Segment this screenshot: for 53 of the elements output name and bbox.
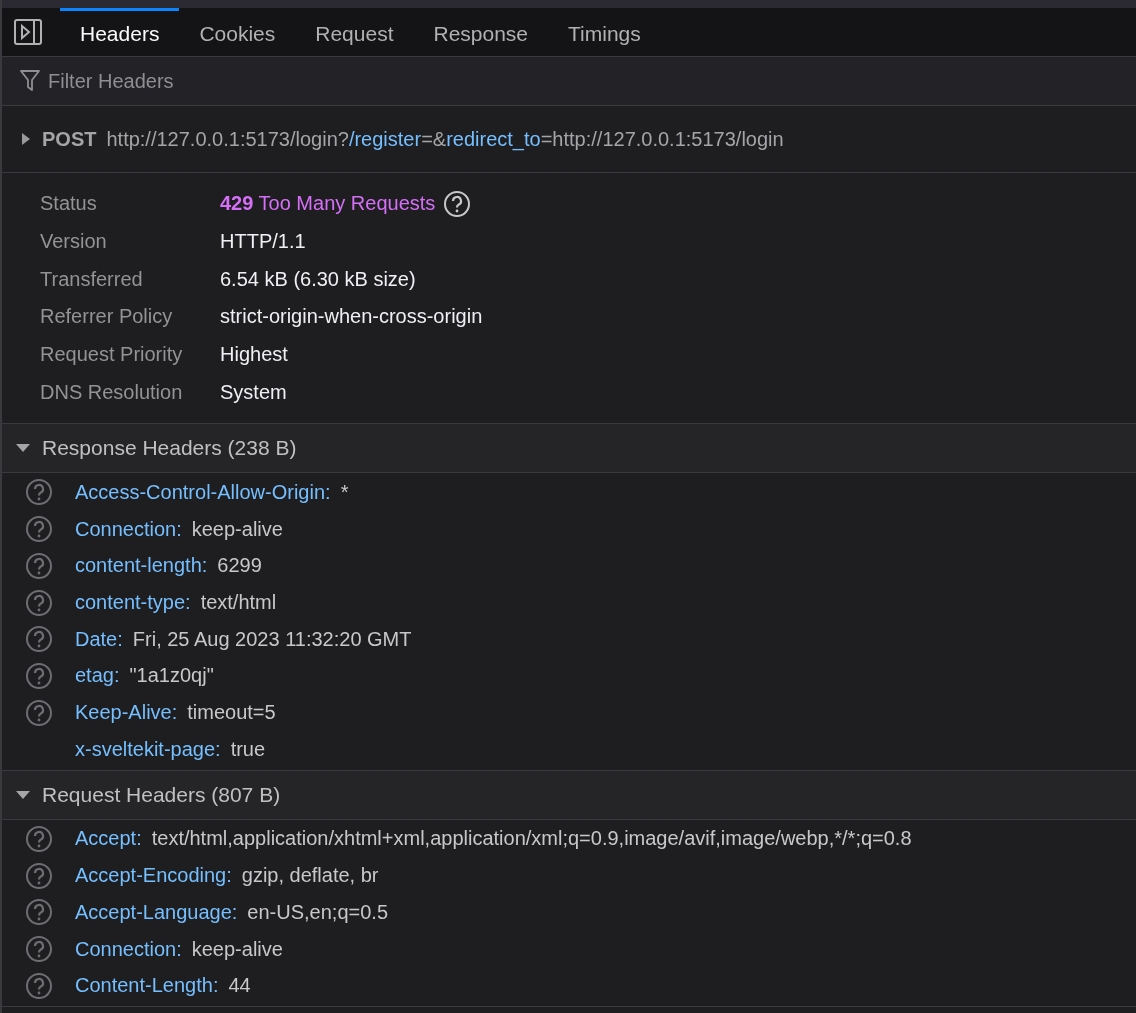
header-name: content-type: xyxy=(75,591,191,615)
section-header[interactable]: Response Headers (238 B) xyxy=(2,424,1136,474)
header-value: timeout=5 xyxy=(187,701,276,725)
header-value: "1a1z0qj" xyxy=(129,664,214,688)
filter-field[interactable]: Filter Headers xyxy=(46,68,1136,94)
header-name: Access-Control-Allow-Origin: xyxy=(75,480,331,504)
header-value: * xyxy=(340,480,349,504)
header-name: Date: xyxy=(75,627,123,651)
request-method: POST xyxy=(42,127,97,151)
header-name: Keep-Alive: xyxy=(75,701,178,725)
help-icon[interactable] xyxy=(443,189,472,218)
field-value: HTTP/1.1 xyxy=(220,230,306,254)
header-value: 44 xyxy=(228,974,251,998)
header-value: keep-alive xyxy=(191,937,283,961)
filter-bar[interactable]: Filter Headers xyxy=(2,57,1136,106)
header-name: Accept: xyxy=(75,827,142,851)
field-label: Referrer Policy xyxy=(40,305,174,329)
header-value: Fri, 25 Aug 2023 11:32:20 GMT xyxy=(132,627,412,651)
header-value: text/html,application/xhtml+xml,application/xml;q=0.9,image/avif,image/webp,*/*;q=0.8 xyxy=(151,827,912,851)
header-value: en-US,en;q=0.5 xyxy=(247,900,388,924)
header-value: 6299 xyxy=(217,554,262,578)
header-value: true xyxy=(230,737,266,761)
header-name: Accept-Encoding: xyxy=(75,864,232,888)
section-header[interactable]: Request Headers (807 B) xyxy=(2,770,1136,820)
expand-toggle-icon xyxy=(16,788,30,801)
tab[interactable]: Request xyxy=(295,8,414,56)
field-label: Request Priority xyxy=(40,343,184,367)
header-name: Content-Length: xyxy=(75,974,219,998)
tab[interactable]: Response xyxy=(413,8,549,56)
tab[interactable]: Cookies xyxy=(179,8,296,56)
header-value: text/html xyxy=(200,591,277,615)
field-label: Transferred xyxy=(40,267,144,291)
status-value: 429 Too Many Requests xyxy=(220,192,436,216)
request-url: http://127.0.0.1:5173/login?/register=&redirect_to=http://127.0.0.1:5173/login xyxy=(106,127,784,151)
header-name: Connection: xyxy=(75,937,182,961)
filter-icon xyxy=(20,70,40,92)
field-label: Status xyxy=(40,192,98,216)
field-label: DNS Resolution xyxy=(40,380,184,404)
tab[interactable]: Timings xyxy=(548,8,661,56)
field-value: 6.54 kB (6.30 kB size) xyxy=(220,267,416,291)
header-name: etag: xyxy=(75,664,120,688)
header-name: x-sveltekit-page: xyxy=(75,737,221,761)
header-value: keep-alive xyxy=(191,517,283,541)
field-label: Version xyxy=(40,230,108,254)
field-value: System xyxy=(220,380,287,404)
sidebar-toggle-icon[interactable] xyxy=(14,19,42,45)
expand-toggle-icon[interactable] xyxy=(20,132,32,146)
field-value: Highest xyxy=(220,343,288,367)
header-name: Accept-Language: xyxy=(75,900,238,924)
header-name: content-length: xyxy=(75,554,208,578)
header-name: Connection: xyxy=(75,517,182,541)
field-value: strict-origin-when-cross-origin xyxy=(220,305,483,329)
header-value: gzip, deflate, br xyxy=(241,864,379,888)
